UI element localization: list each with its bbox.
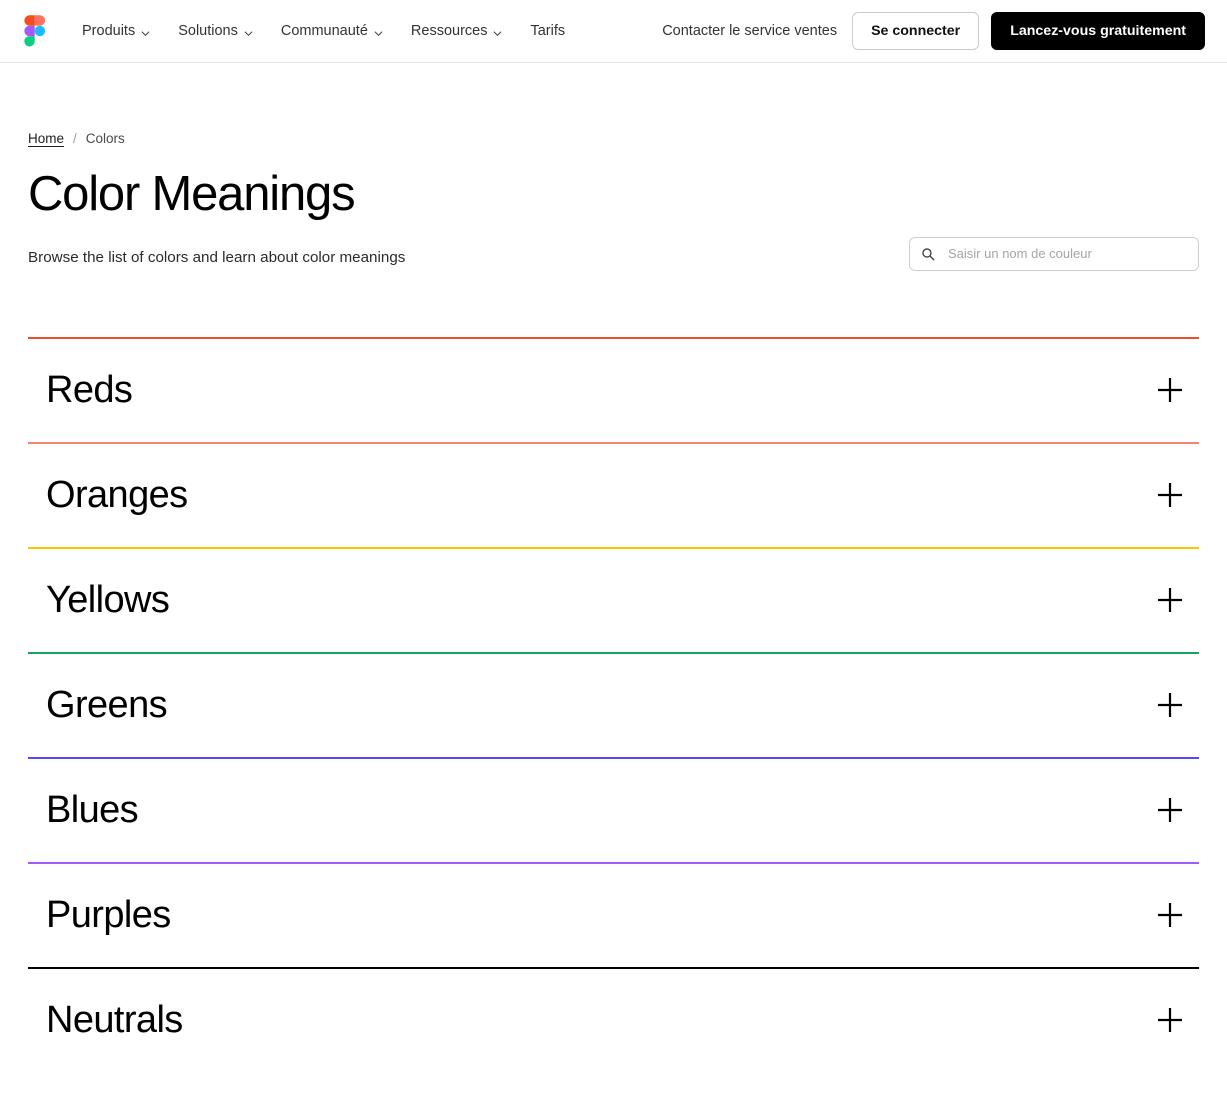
breadcrumb-current: Colors — [85, 131, 125, 146]
nav-left-group: Produits Solutions Communauté Ressources — [22, 15, 579, 47]
accordion-item-neutrals[interactable]: Neutrals — [28, 969, 1199, 1072]
accordion-item-blues[interactable]: Blues — [28, 759, 1199, 862]
nav-link-ressources[interactable]: Ressources — [397, 18, 517, 45]
accordion-label-blues: Blues — [46, 789, 139, 832]
nav-links: Produits Solutions Communauté Ressources — [68, 18, 579, 45]
login-button[interactable]: Se connecter — [852, 12, 980, 50]
nav-link-tarifs-label: Tarifs — [530, 22, 566, 39]
figma-logo[interactable] — [22, 15, 52, 47]
page-content: Home / Colors Color Meanings Browse the … — [0, 131, 1227, 1072]
contact-sales-link[interactable]: Contacter le service ventes — [662, 23, 837, 39]
accordion-label-yellows: Yellows — [46, 579, 170, 622]
plus-icon[interactable] — [1153, 793, 1187, 827]
accordion-label-greens: Greens — [46, 684, 168, 727]
breadcrumb-home-link[interactable]: Home — [28, 131, 64, 146]
nav-right-group: Contacter le service ventes Se connecter… — [662, 12, 1205, 50]
plus-icon[interactable] — [1153, 1003, 1187, 1037]
breadcrumb: Home / Colors — [28, 131, 1199, 146]
accordion-item-oranges[interactable]: Oranges — [28, 444, 1199, 547]
chevron-down-icon — [244, 27, 253, 36]
accordion-item-purples[interactable]: Purples — [28, 864, 1199, 967]
nav-link-solutions[interactable]: Solutions — [164, 18, 267, 45]
page-title-row: Color Meanings — [28, 146, 1199, 221]
chevron-down-icon — [141, 27, 150, 36]
signup-button[interactable]: Lancez-vous gratuitement — [991, 12, 1205, 50]
nav-link-produits-label: Produits — [82, 22, 136, 39]
accordion-label-neutrals: Neutrals — [46, 999, 183, 1042]
accordion-item-yellows[interactable]: Yellows — [28, 549, 1199, 652]
nav-link-solutions-label: Solutions — [178, 22, 238, 39]
plus-icon[interactable] — [1153, 583, 1187, 617]
search-icon — [921, 247, 935, 261]
plus-icon[interactable] — [1153, 373, 1187, 407]
nav-link-tarifs[interactable]: Tarifs — [516, 18, 579, 45]
color-category-accordion: Reds Oranges Yellows Greens Blues Purple… — [28, 336, 1199, 1072]
accordion-label-purples: Purples — [46, 894, 171, 937]
accordion-item-reds[interactable]: Reds — [28, 339, 1199, 442]
accordion-label-oranges: Oranges — [46, 474, 188, 517]
accordion-item-greens[interactable]: Greens — [28, 654, 1199, 757]
page-subtitle: Browse the list of colors and learn abou… — [28, 248, 406, 266]
nav-link-communaute-label: Communauté — [280, 22, 368, 39]
page-title: Color Meanings — [28, 167, 356, 221]
breadcrumb-separator: / — [73, 131, 77, 146]
nav-link-ressources-label: Ressources — [410, 22, 488, 39]
accordion-label-reds: Reds — [46, 369, 133, 412]
nav-link-produits[interactable]: Produits — [68, 18, 164, 45]
search-box[interactable] — [909, 236, 1199, 271]
nav-link-communaute[interactable]: Communauté — [267, 18, 397, 45]
top-navigation-bar: Produits Solutions Communauté Ressources — [0, 0, 1227, 63]
plus-icon[interactable] — [1153, 898, 1187, 932]
chevron-down-icon — [493, 27, 502, 36]
chevron-down-icon — [374, 27, 383, 36]
plus-icon[interactable] — [1153, 688, 1187, 722]
plus-icon[interactable] — [1153, 478, 1187, 512]
search-input[interactable] — [946, 245, 1187, 263]
subtitle-row: Browse the list of colors and learn abou… — [28, 221, 1199, 271]
